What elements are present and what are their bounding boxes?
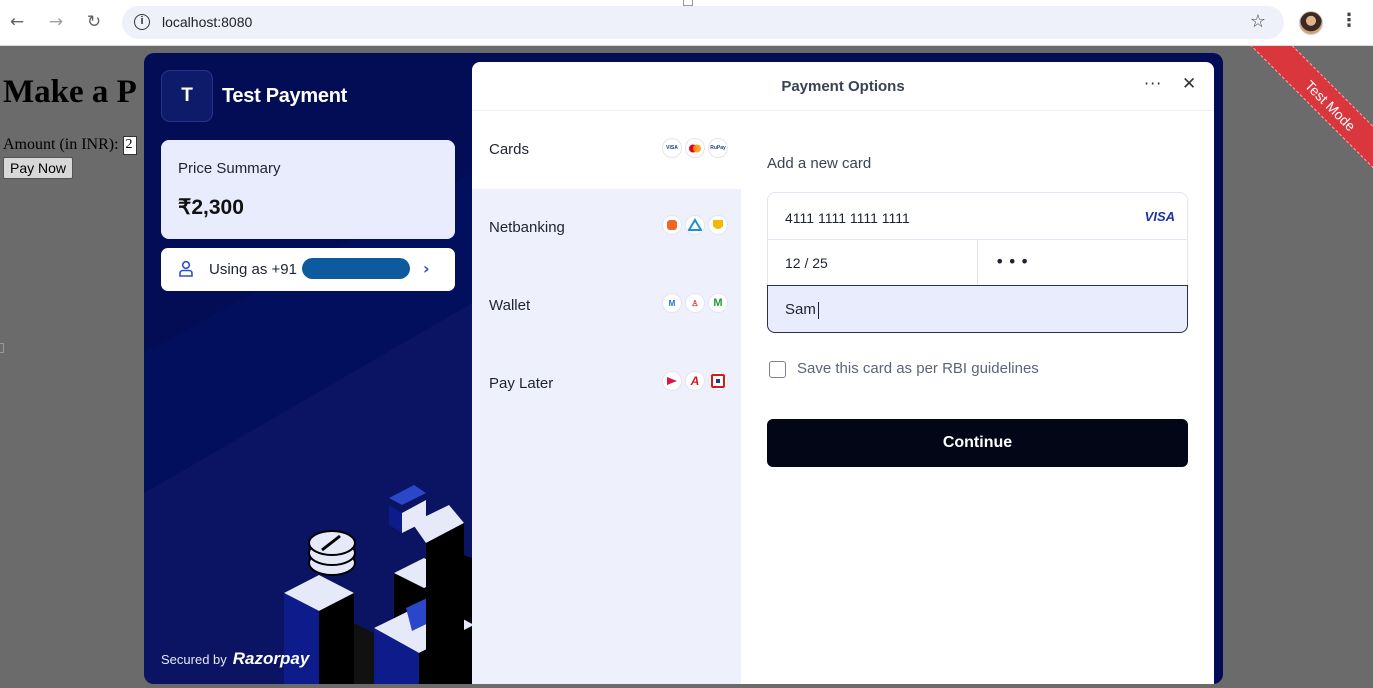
method-icons: A bbox=[662, 371, 728, 391]
method-pay-later[interactable]: Pay Later A bbox=[472, 345, 741, 423]
continue-button[interactable]: Continue bbox=[767, 419, 1188, 467]
add-card-title: Add a new card bbox=[767, 155, 872, 172]
amount-row: Amount (in INR): 2 bbox=[3, 136, 137, 155]
profile-avatar[interactable] bbox=[1299, 11, 1323, 35]
paylater-icon bbox=[708, 371, 728, 391]
user-icon bbox=[179, 260, 193, 277]
back-icon[interactable]: ← bbox=[6, 11, 28, 33]
address-bar[interactable]: i localhost:8080 ☆ bbox=[122, 6, 1284, 39]
method-icons bbox=[662, 215, 728, 235]
wallet-icon: ♙ bbox=[685, 293, 705, 313]
cardholder-name-field[interactable]: Sam bbox=[767, 285, 1188, 333]
bank-icon bbox=[708, 215, 728, 235]
price-summary-value: ₹2,300 bbox=[178, 196, 244, 219]
panel-header: Payment Options ··· ✕ bbox=[472, 62, 1214, 111]
cardholder-name-value: Sam bbox=[785, 301, 819, 319]
reload-icon[interactable]: ↻ bbox=[83, 11, 105, 33]
browser-toolbar: ← → ↻ i localhost:8080 ☆ ⋮ bbox=[0, 0, 1373, 46]
method-label: Cards bbox=[489, 141, 530, 158]
user-label: Using as +91 bbox=[209, 261, 297, 278]
price-summary-card: Price Summary ₹2,300 bbox=[161, 140, 455, 239]
paylater-icon bbox=[662, 371, 682, 391]
method-label: Wallet bbox=[489, 297, 531, 314]
checkout-modal: T Test Payment Price Summary ₹2,300 Usin… bbox=[144, 53, 1223, 684]
paylater-icon: A bbox=[685, 371, 705, 391]
method-wallet[interactable]: Wallet M ♙ M bbox=[472, 267, 741, 345]
amount-input[interactable]: 2 bbox=[122, 136, 137, 155]
bookmark-star-icon[interactable]: ☆ bbox=[1250, 11, 1266, 32]
method-icons: M ♙ M bbox=[662, 293, 728, 313]
merchant-logo: T bbox=[161, 70, 213, 122]
method-label: Pay Later bbox=[489, 375, 554, 392]
card-details-form: 4111 1111 1111 1111 VISA 12 / 25 ••• Sam bbox=[767, 192, 1188, 333]
mastercard-icon bbox=[685, 138, 705, 158]
card-number-field[interactable]: 4111 1111 1111 1111 bbox=[785, 210, 910, 226]
save-card-checkbox[interactable] bbox=[769, 361, 786, 378]
pay-now-button[interactable]: Pay Now bbox=[3, 157, 74, 179]
visa-icon: VISA bbox=[662, 138, 682, 158]
browser-menu-icon[interactable]: ⋮ bbox=[1340, 10, 1358, 31]
redacted-phone bbox=[302, 258, 410, 279]
payment-methods-list: Cards VISA RuPay Netbanking Wallet M ♙ M… bbox=[472, 111, 741, 684]
side-marker bbox=[0, 343, 4, 353]
merchant-panel: T Test Payment Price Summary ₹2,300 Usin… bbox=[144, 53, 472, 684]
payment-options-panel: Payment Options ··· ✕ Cards VISA RuPay N… bbox=[472, 62, 1214, 684]
secured-by-label: Secured by bbox=[161, 652, 227, 667]
bank-icon bbox=[685, 215, 705, 235]
expiry-field[interactable]: 12 / 25 bbox=[785, 255, 828, 271]
close-icon[interactable]: ✕ bbox=[1182, 74, 1196, 94]
wallet-icon: M bbox=[662, 293, 682, 313]
panel-title: Payment Options bbox=[781, 78, 905, 95]
test-mode-ribbon: Test Mode bbox=[1223, 46, 1373, 196]
method-icons: VISA RuPay bbox=[662, 138, 728, 158]
page-heading: Make a P bbox=[3, 74, 137, 110]
address-url: localhost:8080 bbox=[162, 14, 253, 30]
forward-icon[interactable]: → bbox=[45, 11, 67, 33]
cvv-field[interactable]: ••• bbox=[995, 252, 1032, 271]
merchant-name: Test Payment bbox=[222, 85, 347, 107]
test-mode-label: Test Mode bbox=[1242, 46, 1373, 194]
amount-label: Amount (in INR): bbox=[3, 136, 119, 154]
text-caret bbox=[817, 301, 819, 319]
save-card-label[interactable]: Save this card as per RBI guidelines bbox=[797, 360, 1039, 377]
user-contact-card[interactable]: Using as +91 › bbox=[161, 248, 455, 291]
secured-by: Secured by Razorpay bbox=[161, 649, 309, 669]
rupay-icon: RuPay bbox=[708, 138, 728, 158]
divider bbox=[977, 239, 978, 286]
method-cards[interactable]: Cards VISA RuPay bbox=[472, 111, 741, 189]
price-summary-label: Price Summary bbox=[178, 160, 281, 177]
razorpay-logo: Razorpay bbox=[232, 649, 310, 668]
wallet-icon: M bbox=[708, 293, 728, 313]
chevron-right-icon[interactable]: › bbox=[423, 259, 430, 278]
more-options-icon[interactable]: ··· bbox=[1144, 74, 1162, 93]
bank-icon bbox=[662, 215, 682, 235]
card-network-icon: VISA bbox=[1144, 209, 1175, 224]
site-info-icon[interactable]: i bbox=[134, 14, 150, 30]
method-netbanking[interactable]: Netbanking bbox=[472, 189, 741, 267]
method-label: Netbanking bbox=[489, 219, 565, 236]
